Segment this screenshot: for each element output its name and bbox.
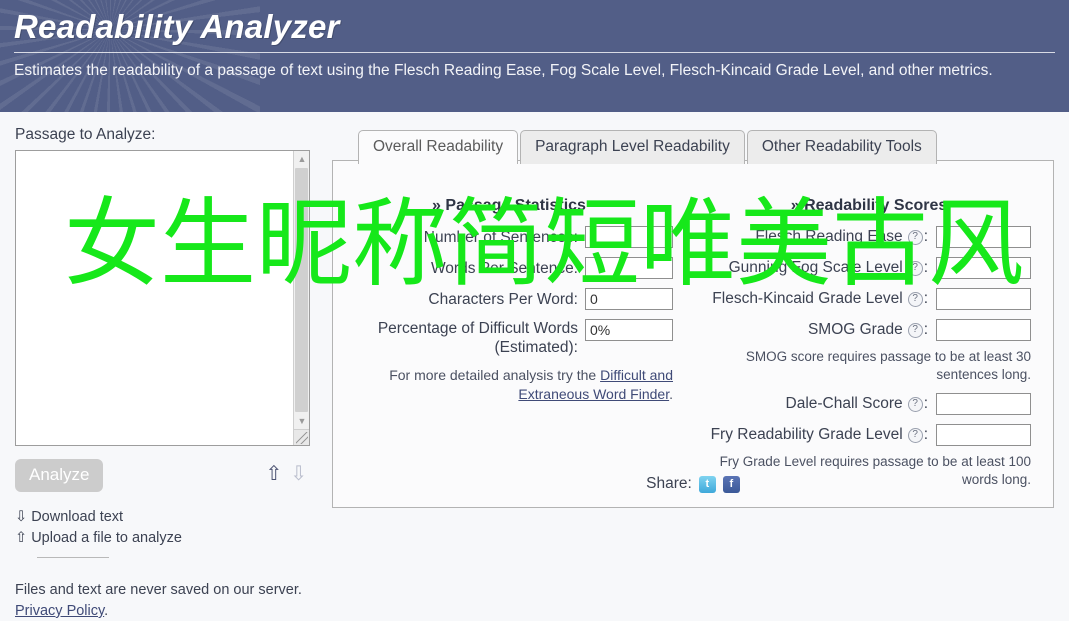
page-subtitle: Estimates the readability of a passage o… [14, 62, 993, 79]
download-text-action[interactable]: ⇩ Download text [15, 507, 321, 528]
passage-textarea[interactable]: ▲ ▼ [15, 150, 310, 446]
score-row: Fry Readability Grade Level ? : [685, 424, 1053, 446]
score-row: Gunning Fog Scale Level ? : [685, 257, 1053, 279]
help-icon[interactable]: ? [907, 291, 923, 307]
tab-bar: Overall Readability Paragraph Level Read… [358, 130, 939, 165]
stat-row: Characters Per Word: 0 [333, 288, 685, 310]
privacy-note: Files and text are never saved on our se… [15, 582, 302, 598]
score-row: SMOG Grade ? : [685, 319, 1053, 341]
score-row: Flesch-Kincaid Grade Level ? : [685, 288, 1053, 310]
passage-label: Passage to Analyze: [15, 126, 156, 143]
flesch-kincaid-grade-level-input[interactable] [936, 288, 1031, 310]
help-icon[interactable]: ? [907, 427, 923, 443]
download-icon: ⇩ [15, 509, 28, 525]
characters-per-word-input[interactable]: 0 [585, 288, 673, 310]
analyze-row: Analyze ⇧⇩ [15, 459, 321, 493]
dale-chall-score-label: Dale-Chall Score [785, 395, 903, 412]
scroll-thumb[interactable] [295, 168, 308, 412]
passage-scrollbar[interactable]: ▲ ▼ [293, 151, 309, 445]
smog-grade-note: SMOG score requires passage to be at lea… [745, 349, 1031, 382]
words-per-sentence-label: Words Per Sentence: [430, 259, 578, 277]
passage-statistics-title: Passage Statistics [445, 197, 586, 214]
page-title: Readability Analyzer [14, 8, 340, 45]
arrow-up-icon[interactable]: ⇧ [265, 463, 290, 485]
label-colon: : [923, 395, 928, 412]
upload-file-action[interactable]: ⇧ Upload a file to analyze [15, 528, 321, 549]
gunning-fog-scale-level-label: Gunning Fog Scale Level [728, 259, 903, 276]
privacy-policy-link[interactable]: Privacy Policy [15, 603, 104, 619]
share-row: Share: t f [333, 475, 1053, 493]
section-chevron-icon: » [432, 197, 441, 214]
difficult-words-note-prefix: For more detailed analysis try the [389, 367, 601, 383]
score-row: Dale-Chall Score ? : [685, 393, 1053, 415]
number-of-sentences-input[interactable] [585, 226, 673, 248]
scroll-down-icon[interactable]: ▼ [294, 413, 310, 429]
characters-per-word-label: Characters Per Word: [428, 290, 578, 308]
gunning-fog-scale-level-input[interactable] [936, 257, 1031, 279]
stat-row: Percentage of Difficult Words (Estimated… [333, 319, 685, 357]
upload-icon: ⇧ [15, 530, 28, 546]
help-icon[interactable]: ? [907, 260, 923, 276]
label-colon: : [923, 321, 928, 338]
smog-grade-input[interactable] [936, 319, 1031, 341]
flesch-reading-ease-input[interactable] [936, 226, 1031, 248]
tab-other-readability-tools[interactable]: Other Readability Tools [746, 130, 937, 164]
facebook-icon[interactable]: f [722, 475, 740, 493]
help-icon[interactable]: ? [907, 229, 923, 245]
passage-statistics-section: » Passage Statistics Number of Sentences… [333, 161, 685, 498]
difficult-words-note-suffix: . [669, 386, 673, 402]
readability-scores-section: » Readability Scores Flesch Reading Ease… [685, 161, 1053, 498]
words-per-sentence-input[interactable] [585, 257, 673, 279]
fry-readability-grade-level-label: Fry Readability Grade Level [710, 426, 903, 443]
passage-text-content[interactable] [16, 151, 293, 445]
app-header: Readability Analyzer Estimates the reada… [0, 0, 1069, 112]
score-row: Flesch Reading Ease ? : [685, 226, 1053, 248]
scroll-up-icon[interactable]: ▲ [294, 151, 310, 167]
resize-handle-icon[interactable] [293, 429, 309, 445]
passage-statistics-heading: » Passage Statistics [333, 197, 685, 215]
analyze-button[interactable]: Analyze [15, 459, 104, 492]
privacy-period: . [104, 603, 109, 619]
tab-paragraph-level-readability[interactable]: Paragraph Level Readability [520, 130, 745, 164]
percentage-difficult-words-input[interactable]: 0% [585, 319, 673, 341]
readability-scores-heading: » Readability Scores [685, 197, 1053, 215]
left-column: Passage to Analyze: ▲ ▼ Analyze ⇧⇩ ⇩ Dow… [15, 126, 321, 621]
label-colon: : [923, 290, 928, 307]
label-colon: : [923, 259, 928, 276]
readability-scores-title: Readability Scores [804, 197, 948, 214]
difficult-words-note: For more detailed analysis try the Diffi… [333, 366, 685, 404]
tab-overall-readability[interactable]: Overall Readability [358, 130, 519, 165]
page-root: Readability Analyzer Estimates the reada… [0, 0, 1069, 621]
stat-row: Words Per Sentence: [333, 257, 685, 279]
flesch-kincaid-grade-level-label: Flesch-Kincaid Grade Level [712, 290, 903, 307]
flesch-reading-ease-label: Flesch Reading Ease [755, 228, 903, 245]
smog-grade-label: SMOG Grade [807, 321, 903, 338]
stat-row: Number of Sentences: [333, 226, 685, 248]
actions-divider [37, 557, 109, 558]
label-colon: : [923, 228, 928, 245]
upload-file-label: Upload a file to analyze [31, 530, 182, 546]
dale-chall-score-input[interactable] [936, 393, 1031, 415]
percentage-difficult-words-label: Percentage of Difficult Words (Estimated… [377, 320, 578, 356]
arrow-down-icon[interactable]: ⇩ [290, 463, 315, 485]
help-icon[interactable]: ? [907, 396, 923, 412]
download-text-label: Download text [31, 509, 124, 525]
scroll-arrows-group: ⇧⇩ [265, 461, 315, 486]
help-icon[interactable]: ? [907, 322, 923, 338]
number-of-sentences-label: Number of Sentences: [423, 228, 578, 246]
share-label: Share: [646, 475, 692, 492]
fry-readability-grade-level-input[interactable] [936, 424, 1031, 446]
twitter-icon[interactable]: t [698, 475, 716, 493]
privacy-block: Files and text are never saved on our se… [15, 580, 321, 621]
file-actions: ⇩ Download text ⇧ Upload a file to analy… [15, 507, 321, 558]
label-colon: : [923, 426, 928, 443]
section-chevron-icon: » [790, 197, 800, 214]
results-panel: » Passage Statistics Number of Sentences… [332, 160, 1054, 508]
